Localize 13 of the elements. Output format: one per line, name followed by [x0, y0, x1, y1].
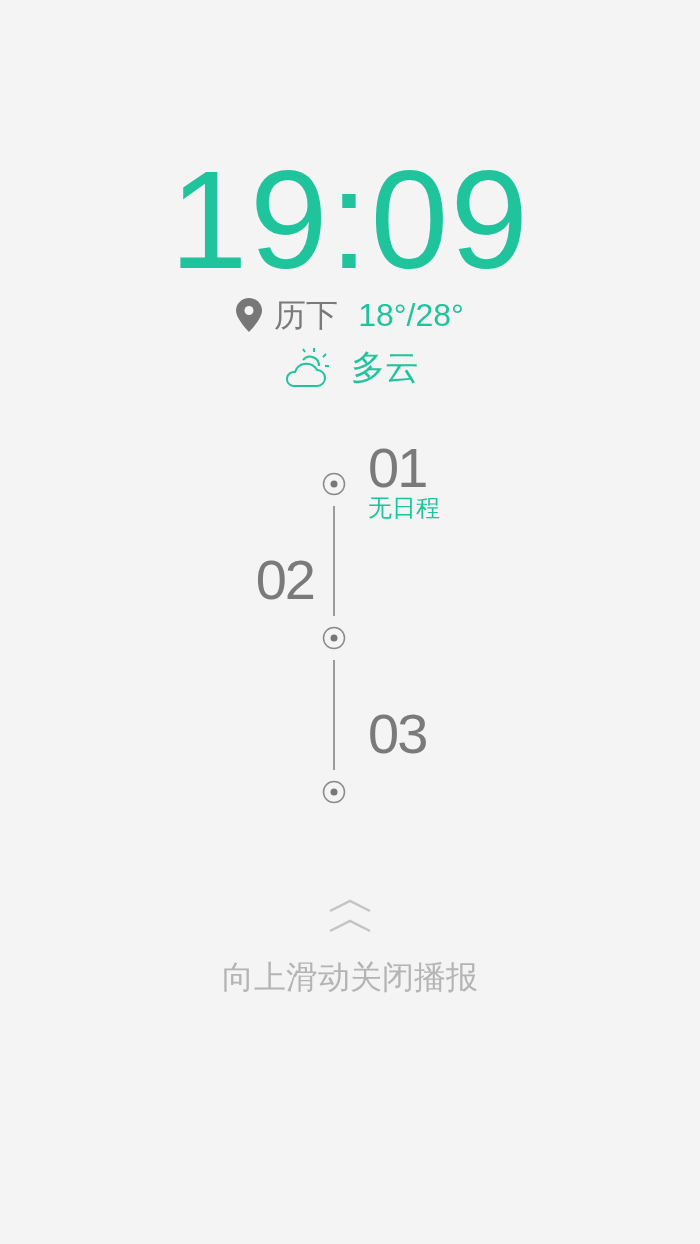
timeline-label: 03	[368, 702, 427, 765]
location-name: 历下	[274, 299, 339, 331]
location-pin-icon	[236, 298, 263, 332]
weather-condition: 多云	[351, 350, 419, 384]
timeline-dot-icon	[322, 626, 346, 650]
timeline-dot-icon	[322, 780, 346, 804]
swipe-up-chevron-icon	[328, 899, 372, 933]
swipe-hint: 向上滑动关闭播报	[222, 961, 478, 993]
timeline-dot-icon	[322, 472, 346, 496]
temperature-range: 18°/28°	[358, 299, 464, 331]
clock-time: 19:09	[169, 150, 531, 290]
schedule-note: 无日程	[368, 494, 440, 521]
timeline-label: 02	[255, 552, 314, 608]
